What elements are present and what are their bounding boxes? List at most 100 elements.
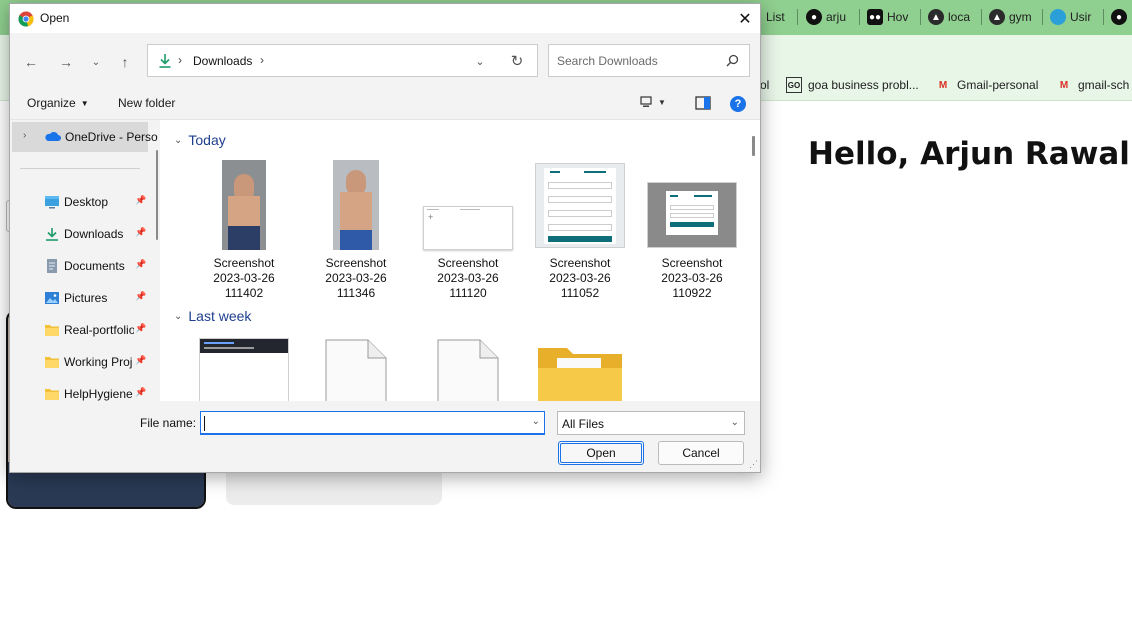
triangle-icon: ▲ [928,9,944,25]
recent-locations-button[interactable]: ⌄ [85,52,107,72]
file-name-field[interactable]: ⌄ [200,411,545,435]
file-tile[interactable]: Screenshot 2023-03-26 111402 [194,160,294,301]
address-dropdown-button[interactable]: ⌄ [471,53,489,69]
nav-item-label: Downloads [64,227,124,241]
github-icon: ● [1111,9,1127,25]
chevron-right-icon[interactable]: › [260,53,264,67]
file-tile[interactable] [194,338,294,401]
nav-item-label: HelpHygiene [64,387,133,401]
up-button[interactable]: ↑ [114,52,136,72]
file-date: 2023-03-26 [437,271,499,285]
file-name-input[interactable] [205,415,515,431]
nav-item-downloads[interactable]: Downloads 📌 [10,222,150,246]
document-icon [325,339,387,401]
browser-tab[interactable]: ●● Hov [867,6,917,28]
address-path[interactable]: Downloads [193,54,252,68]
file-tile[interactable] [530,342,630,401]
search-input[interactable] [557,52,717,70]
file-name: Screenshot [325,256,387,270]
nav-item-folder[interactable]: Real-portfolio 📌 [10,318,150,342]
cancel-button[interactable]: Cancel [658,441,744,465]
bookmark[interactable]: ol [760,75,769,95]
file-date: 2023-03-26 [213,271,275,285]
group-header-last-week[interactable]: ⌄ Last week [174,308,251,324]
group-title: Today [188,132,226,148]
help-button[interactable]: ? [730,96,746,112]
file-name: Screenshot [437,256,499,270]
browser-tab[interactable]: ▲ gym [989,6,1039,28]
file-date: 2023-03-26 [549,271,611,285]
onedrive-icon [45,131,61,141]
nav-item-documents[interactable]: Documents 📌 [10,254,150,278]
dialog-titlebar[interactable]: Open ✕ [10,4,760,33]
bookmark[interactable]: M gmail-sch [1056,75,1130,95]
pin-icon: 📌 [135,355,147,365]
nav-item-folder[interactable]: HelpHygiene 📌 [10,382,150,401]
refresh-button[interactable]: ↻ [508,52,526,70]
nav-scrollbar[interactable] [156,150,158,240]
nav-item-onedrive[interactable]: › OneDrive - Perso [12,122,158,152]
chevron-down-icon: ⌄ [730,417,739,428]
bookmark[interactable]: GO goa business probl... [786,75,919,95]
nav-item-label: Real-portfolio [64,323,134,337]
documents-icon [47,259,57,273]
folder-icon [45,325,59,336]
browser-tab[interactable]: List [766,6,796,28]
bookmark-label: goa business probl... [808,78,919,92]
file-time: 111402 [224,286,264,300]
file-name-label: File name: [140,416,197,430]
nav-item-pictures[interactable]: Pictures 📌 [10,286,150,310]
preview-pane-icon[interactable] [695,96,711,110]
screenshot-thumbnail [535,160,625,250]
chevron-right-icon[interactable]: › [23,130,26,141]
file-type-select[interactable]: All Files ⌄ [557,411,745,435]
organize-button[interactable]: Organize ▼ [27,96,89,110]
file-time: 111346 [336,286,376,300]
file-tile[interactable]: Screenshot 2023-03-26 110922 [642,160,742,301]
navigation-pane: › OneDrive - Perso Desktop 📌 Downloads 📌 [10,120,160,401]
group-header-today[interactable]: ⌄ Today [174,132,226,148]
file-time: 111052 [560,286,600,300]
nav-item-desktop[interactable]: Desktop 📌 [10,190,150,214]
forward-button[interactable]: → [55,52,77,72]
folder-icon [45,389,59,400]
browser-tab[interactable]: ● arju [806,6,856,28]
view-icon [640,96,652,107]
new-folder-button[interactable]: New folder [118,96,175,110]
screenshot-thumbnail: + [423,160,513,250]
gmail-icon: M [938,79,948,91]
file-tile[interactable] [306,338,406,401]
nav-item-folder[interactable]: Working Proj 📌 [10,350,150,374]
address-box[interactable]: › Downloads › ⌄ ↻ [147,44,538,77]
browser-tab[interactable]: ● [1111,6,1131,28]
file-tile[interactable]: Screenshot 2023-03-26 111052 [530,160,630,301]
pin-icon: 📌 [135,259,147,269]
open-button[interactable]: Open [558,441,644,465]
document-icon [437,339,499,401]
file-tile[interactable]: Screenshot 2023-03-26 111346 [306,160,406,301]
resize-grip-icon[interactable]: ⋰ [749,459,758,470]
search-box[interactable] [548,44,750,77]
browser-tab[interactable]: Usir [1050,6,1100,28]
close-button[interactable]: ✕ [730,4,760,33]
arrow-up-icon: ↑ [121,54,129,70]
caret-down-icon: ▼ [658,97,666,107]
file-list-scrollbar[interactable] [752,136,755,156]
browser-tab-label: List [766,10,785,24]
arrow-left-icon: ← [24,54,38,70]
file-tile[interactable] [418,338,518,401]
nav-divider [20,168,140,169]
browser-tab-label: Usir [1070,10,1092,24]
browser-tab-label: arju [826,10,847,24]
browser-tab[interactable]: ▲ loca [928,6,978,28]
open-file-dialog: Open ✕ ← → ⌄ ↑ › Downloads › ⌄ ↻ Search … [9,3,761,473]
pin-icon: 📌 [135,387,147,397]
file-tile[interactable]: + Screenshot 2023-03-26 111120 [418,160,518,301]
chevron-down-icon[interactable]: ⌄ [532,416,540,427]
dialog-navbar: ← → ⌄ ↑ › Downloads › ⌄ ↻ [10,33,760,88]
back-button[interactable]: ← [20,52,42,72]
view-options-button[interactable]: ▼ [640,96,666,108]
download-icon [46,228,58,241]
file-name: Screenshot [213,256,275,270]
bookmark[interactable]: M Gmail-personal [935,75,1039,95]
